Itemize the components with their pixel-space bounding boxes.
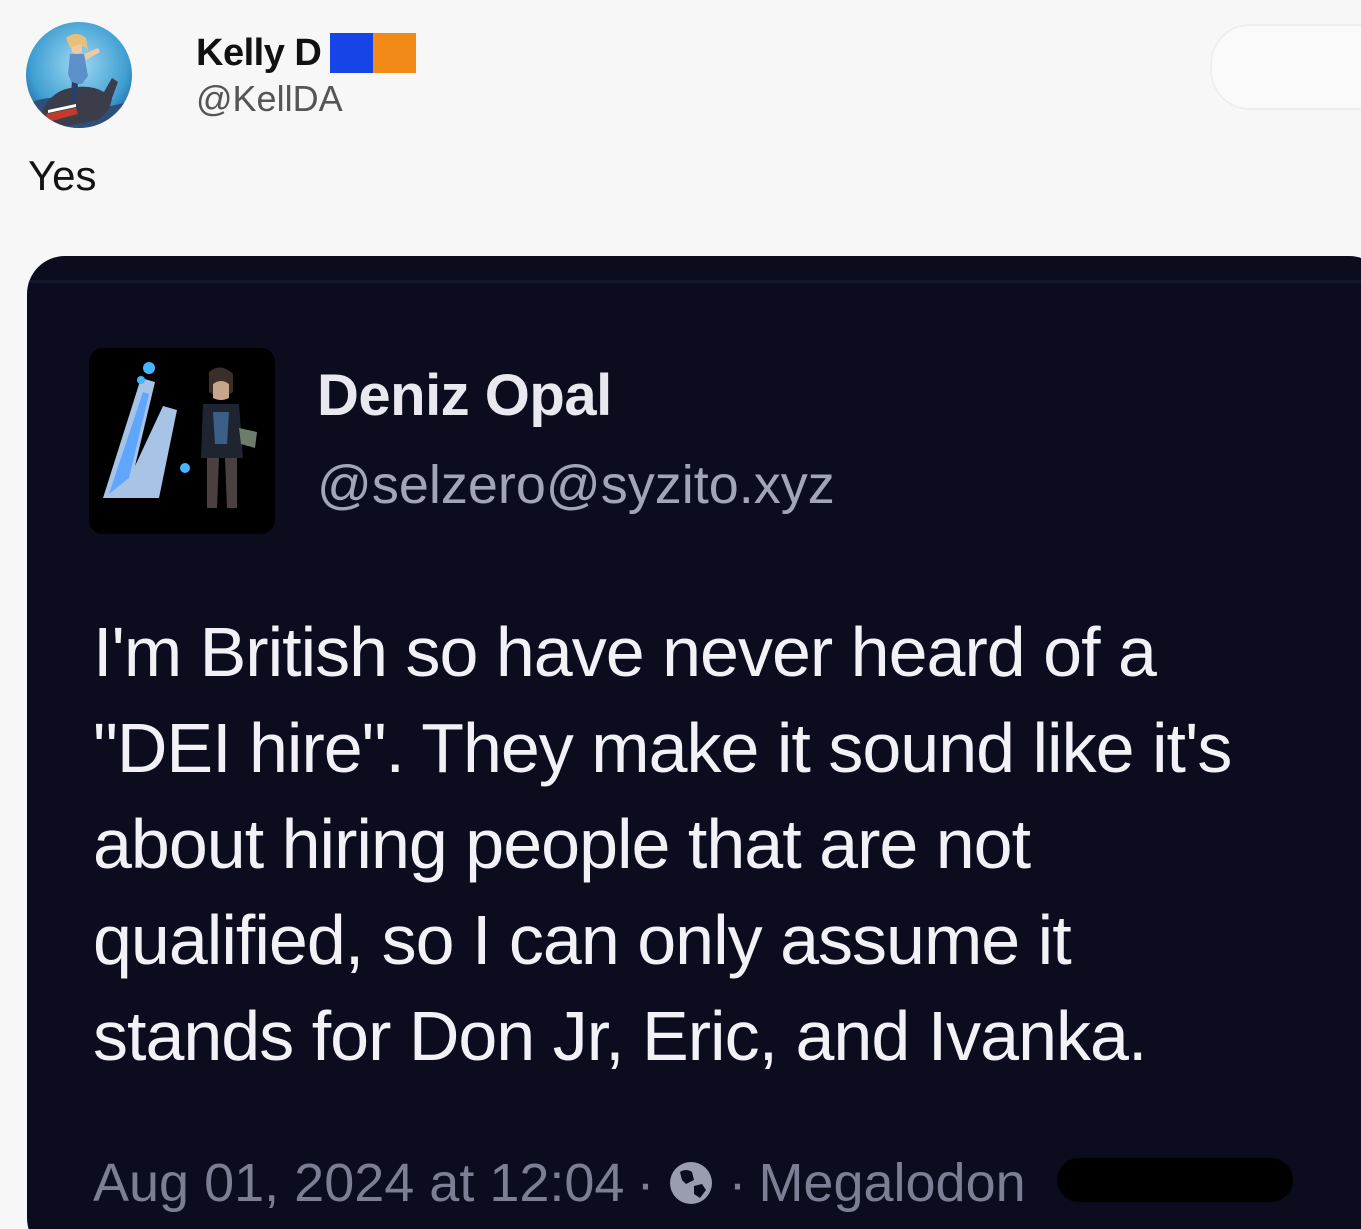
embedded-author-handle: @selzero@syzito.xyz (317, 455, 835, 515)
author-name[interactable]: Kelly D (196, 32, 322, 75)
embedded-timestamp: Aug 01, 2024 at 12:04 (93, 1153, 625, 1213)
author-handle[interactable]: @KellDA (196, 78, 343, 120)
embedded-body-line: qualified, so I can only assume it (93, 901, 1072, 979)
flag-orange-block (373, 33, 417, 73)
author-name-row: Kelly D (196, 30, 417, 76)
globe-icon (666, 1158, 716, 1208)
redaction-scribble (1057, 1158, 1293, 1202)
embedded-meta-row: Aug 01, 2024 at 12:04 · · Megalodon (93, 1152, 1026, 1214)
embedded-client-name: Megalodon (758, 1153, 1026, 1213)
post-page: Kelly D @KellDA Yes Deniz Opal @selzero@… (0, 0, 1361, 1229)
embedded-body-line: I'm British so have never heard of a (93, 613, 1157, 691)
post-text: Yes (28, 152, 97, 199)
embedded-author-name: Deniz Opal (317, 363, 612, 428)
embed-divider (27, 280, 1361, 283)
embedded-body-line: "DEI hire". They make it sound like it's (93, 709, 1232, 787)
character-logo-avatar-icon (89, 348, 275, 534)
follow-button[interactable] (1210, 24, 1361, 110)
flag-emoji-icon (330, 33, 417, 73)
embedded-post-body: I'm British so have never heard of a "DE… (93, 604, 1361, 1084)
embedded-author-avatar (89, 348, 275, 534)
embedded-body-line: about hiring people that are not (93, 805, 1031, 883)
flag-blue-block (330, 33, 374, 73)
author-avatar[interactable] (26, 22, 132, 128)
embedded-screenshot[interactable]: Deniz Opal @selzero@syzito.xyz I'm Briti… (27, 256, 1361, 1229)
meta-separator: · (728, 1153, 747, 1213)
meta-separator: · (636, 1153, 655, 1213)
woman-on-donkey-avatar-icon (26, 22, 132, 128)
embedded-body-line: stands for Don Jr, Eric, and Ivanka. (93, 997, 1147, 1075)
